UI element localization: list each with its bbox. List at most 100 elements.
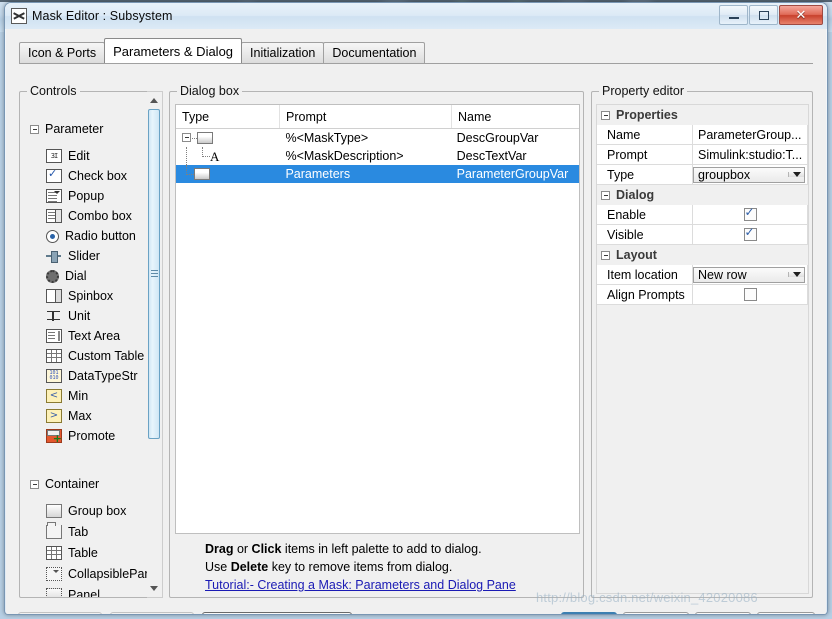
property-section-dialog[interactable]: Dialog xyxy=(597,185,808,205)
collapse-icon[interactable] xyxy=(601,110,610,120)
property-value-name[interactable]: ParameterGroup... xyxy=(693,125,808,145)
property-value-align-prompts xyxy=(693,285,808,305)
column-header-name[interactable]: Name xyxy=(452,105,579,128)
help-text-use: Use xyxy=(205,560,231,574)
maximize-button[interactable] xyxy=(749,5,778,25)
help-bold-delete: Delete xyxy=(230,560,269,574)
section-parameter[interactable]: Parameter xyxy=(30,122,103,136)
property-row-type[interactable]: Type groupbox xyxy=(597,165,808,185)
palette-item-table[interactable]: Table xyxy=(46,545,98,561)
column-header-type[interactable]: Type xyxy=(176,105,280,128)
palette-item-edit[interactable]: 3I Edit xyxy=(46,148,90,164)
tab-icon-and-ports[interactable]: Icon & Ports xyxy=(19,42,106,63)
item-location-dropdown-value: New row xyxy=(698,267,747,282)
palette-item-unit[interactable]: Unit xyxy=(46,308,90,324)
property-row-enable[interactable]: Enable xyxy=(597,205,808,225)
table-row[interactable]: A %<MaskDescription> DescTextVar xyxy=(176,147,579,165)
visible-checkbox[interactable] xyxy=(743,225,757,241)
align-prompts-checkbox[interactable] xyxy=(743,288,757,301)
palette-item-datatypestr[interactable]: 101 010 DataTypeStr xyxy=(46,368,137,384)
palette-item-popup[interactable]: Popup xyxy=(46,188,104,204)
type-dropdown[interactable]: groupbox xyxy=(693,166,805,183)
groupbox-tree-icon xyxy=(197,132,213,144)
palette-item-combo-box[interactable]: Combo box xyxy=(46,208,132,224)
palette-item-promote[interactable]: Promote xyxy=(46,428,115,445)
text-tree-icon: A xyxy=(210,149,220,164)
tab-parameters-and-dialog[interactable]: Parameters & Dialog xyxy=(104,38,243,63)
cancel-button[interactable]: Cancel xyxy=(623,612,689,614)
property-row-item-location[interactable]: Item location New row xyxy=(597,265,808,285)
palette-item-slider[interactable]: Slider xyxy=(46,248,100,264)
property-row-name[interactable]: Name ParameterGroup... xyxy=(597,125,808,145)
row-prompt-cell: Parameters xyxy=(285,167,351,181)
property-row-prompt[interactable]: Prompt Simulink:studio:T... xyxy=(597,145,808,165)
controls-panel-title: Controls xyxy=(27,84,80,98)
palette-item-custom-table[interactable]: Custom Table xyxy=(46,348,144,364)
palette-item-radio-button[interactable]: Radio button xyxy=(46,228,136,244)
tab-label: Parameters & Dialog xyxy=(113,43,234,59)
spinbox-icon xyxy=(46,289,62,303)
slider-icon xyxy=(46,249,62,263)
panel-icon xyxy=(46,588,62,597)
tree-expander-icon[interactable] xyxy=(182,133,191,142)
textarea-icon xyxy=(46,329,62,343)
property-section-layout[interactable]: Layout xyxy=(597,245,808,265)
palette-item-min[interactable]: < Min xyxy=(46,388,88,404)
palette-item-tab[interactable]: Tab xyxy=(46,522,89,540)
property-value-prompt[interactable]: Simulink:studio:T... xyxy=(693,145,808,165)
groupbox-icon xyxy=(46,504,62,518)
section-label: Properties xyxy=(616,108,678,122)
section-container[interactable]: Container xyxy=(30,477,99,491)
unmask-button[interactable]: Unmask xyxy=(18,612,102,614)
palette-item-label: Tab xyxy=(68,525,89,539)
minimize-button[interactable] xyxy=(719,5,748,25)
chevron-down-icon xyxy=(150,586,158,591)
collapse-icon[interactable] xyxy=(601,190,610,200)
palette-item-panel[interactable]: Panel xyxy=(46,587,100,597)
collapse-icon[interactable] xyxy=(601,250,610,260)
datatypestr-icon: 101 010 xyxy=(46,369,62,383)
row-type-cell xyxy=(176,129,279,147)
table-row[interactable]: %<MaskType> DescGroupVar xyxy=(176,129,579,147)
dialog-items-table[interactable]: Type Prompt Name %<MaskType> DescGroupVa… xyxy=(175,104,580,534)
preview-button[interactable]: Preview xyxy=(110,612,194,614)
close-button[interactable]: ✕ xyxy=(779,5,823,25)
tutorial-link[interactable]: Tutorial:- Creating a Mask: Parameters a… xyxy=(205,576,580,594)
constraint-manager-button[interactable]: Constraint Manager xyxy=(202,612,352,614)
table-icon xyxy=(46,546,62,560)
tab-documentation[interactable]: Documentation xyxy=(323,42,426,63)
item-location-dropdown[interactable]: New row xyxy=(693,266,805,283)
apply-button[interactable]: Apply xyxy=(757,612,815,614)
radiobutton-icon xyxy=(46,229,59,243)
collapse-icon[interactable] xyxy=(30,124,39,134)
promote-icon xyxy=(46,429,62,445)
dropdown-arrow-button[interactable] xyxy=(788,272,804,277)
table-row[interactable]: Parameters ParameterGroupVar xyxy=(176,165,579,183)
row-name-cell: DescTextVar xyxy=(456,149,527,163)
scrollbar-thumb[interactable] xyxy=(148,109,160,439)
palette-item-check-box[interactable]: Check box xyxy=(46,167,127,184)
enable-checkbox[interactable] xyxy=(743,205,757,221)
controls-scrollbar[interactable] xyxy=(147,91,163,598)
section-label: Container xyxy=(45,477,100,491)
section-label: Layout xyxy=(616,248,657,262)
help-button[interactable]: Help xyxy=(695,612,751,614)
property-section-properties[interactable]: Properties xyxy=(597,105,808,125)
column-header-prompt[interactable]: Prompt xyxy=(280,105,452,128)
dropdown-arrow-button[interactable] xyxy=(788,172,804,177)
property-row-visible[interactable]: Visible xyxy=(597,225,808,245)
scroll-up-button[interactable] xyxy=(147,93,161,108)
palette-item-collapsible-panel[interactable]: CollapsiblePar xyxy=(46,566,149,582)
tab-initialization[interactable]: Initialization xyxy=(241,42,325,63)
scroll-down-button[interactable] xyxy=(147,581,161,596)
customtable-icon xyxy=(46,349,62,363)
palette-item-max[interactable]: > Max xyxy=(46,408,92,424)
palette-item-dial[interactable]: Dial xyxy=(46,268,87,284)
palette-item-text-area[interactable]: Text Area xyxy=(46,328,120,344)
property-row-align-prompts[interactable]: Align Prompts xyxy=(597,285,808,305)
ok-button[interactable]: OK xyxy=(561,612,617,614)
palette-item-group-box[interactable]: Group box xyxy=(46,503,126,519)
collapse-icon[interactable] xyxy=(30,479,39,489)
palette-item-spinbox[interactable]: Spinbox xyxy=(46,288,113,304)
table-header: Type Prompt Name xyxy=(176,105,579,129)
